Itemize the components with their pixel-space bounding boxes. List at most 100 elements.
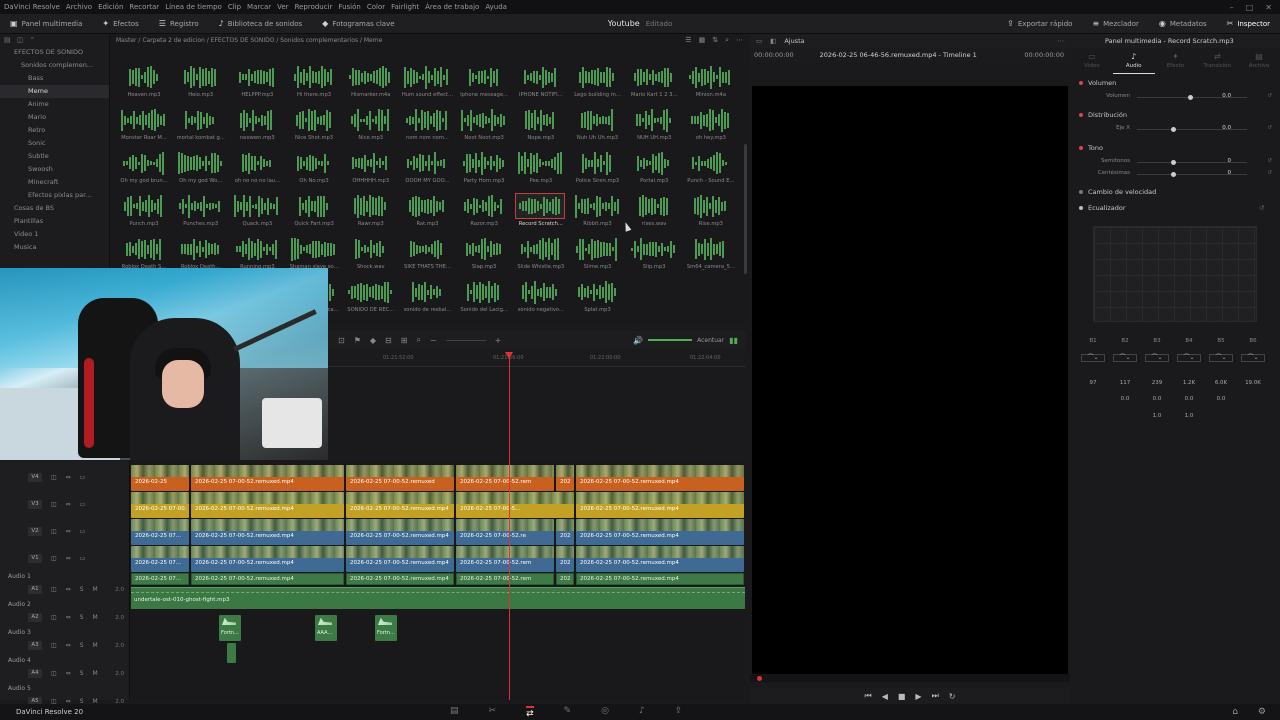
video-clip[interactable]: 202 [556, 519, 574, 545]
zoom-full-icon[interactable]: ⊟ [385, 336, 392, 345]
zoom-detail-icon[interactable]: ⊞ [401, 336, 408, 345]
audio-clip-tile[interactable]: NUH UH.mp3 [627, 105, 684, 148]
audio-clip-tile[interactable]: Monster Roar M... [117, 105, 174, 148]
band-frequency[interactable]: 239 [1142, 380, 1172, 386]
audio-clip[interactable]: 2026-02-25 07-00-52.remuxed.mp4 [346, 573, 454, 585]
inspector-tab[interactable]: ⇄ Transición [1196, 48, 1238, 74]
reverse-icon[interactable]: ◀ [882, 692, 888, 701]
menu-item[interactable]: Color [367, 3, 385, 11]
close-icon[interactable]: ✕ [1265, 3, 1272, 12]
video-clip[interactable]: 2026-02-25 07-00-52.remuxed.mp4 [191, 519, 344, 545]
volume-slider-knob[interactable] [1188, 95, 1193, 100]
audio-clip-tile[interactable]: Lego building m... [571, 62, 628, 105]
mute-icon[interactable]: M [93, 614, 98, 621]
menu-item[interactable]: Ver [277, 3, 288, 11]
lock-icon[interactable]: ◫ [51, 614, 57, 621]
sidebar-item[interactable]: Retro [0, 124, 109, 137]
audio-clip-tile[interactable]: Razor.mp3 [457, 191, 514, 234]
video-clip[interactable]: 2026-02-25 07-00-52.remuxed.mp4 [576, 519, 744, 545]
sidebar-item[interactable]: Meme [0, 85, 109, 98]
sidebar-item[interactable]: Anime [0, 98, 109, 111]
link-icon[interactable]: ⇔ [66, 501, 71, 508]
audio-clip-tile[interactable]: Heio.mp3 [174, 62, 231, 105]
pan-slider-knob[interactable] [1171, 127, 1176, 132]
audio-clip-tile[interactable]: IPHONE NOTIFI... [514, 62, 571, 105]
enable-dot-icon[interactable] [1079, 81, 1083, 85]
filter-shape-dropdown[interactable]: ⌒⌄ [1145, 354, 1169, 362]
settings-icon[interactable]: ⚙ [1258, 707, 1266, 717]
inspector-tab[interactable]: ♪ Audio [1112, 48, 1155, 74]
link-icon[interactable]: ⇔ [66, 555, 71, 562]
maximize-icon[interactable]: □ [1246, 3, 1254, 12]
play-icon[interactable]: ▶ [915, 692, 921, 701]
audio-clip-tile[interactable]: Hi there.mp3 [287, 62, 344, 105]
lock-icon[interactable]: ◫ [51, 586, 57, 593]
audio-clip-tile[interactable]: HELPPP.mp3 [230, 62, 287, 105]
menu-item[interactable]: Fusión [338, 3, 360, 11]
playhead[interactable] [509, 352, 510, 700]
video-clip[interactable]: 2026-02-25 07-00-52.remuxed.mp4 [346, 546, 454, 572]
track-id[interactable]: V3 [28, 500, 42, 509]
collapse-icon[interactable]: ⌃ [29, 36, 35, 44]
mute-icon[interactable]: M [93, 642, 98, 649]
video-clip[interactable]: 202 [556, 465, 574, 491]
cents-slider-knob[interactable] [1171, 172, 1176, 177]
home-icon[interactable]: ⌂ [1232, 707, 1238, 717]
audio-clip-tile[interactable]: Party Horn.mp3 [457, 148, 514, 191]
viewer-options-icon[interactable]: ⋯ [1058, 37, 1065, 45]
music-clip[interactable]: undertale-ost-010-ghost-fight.mp3 [131, 587, 745, 609]
volume-line[interactable] [131, 592, 745, 593]
video-clip[interactable]: 2026-02-25 [131, 465, 189, 491]
playhead-handle[interactable] [505, 352, 513, 359]
menu-item[interactable]: Ayuda [485, 3, 507, 11]
lock-icon[interactable]: ⊡ [338, 336, 345, 345]
video-clip[interactable]: 2026-02-25 07-00-52.remuxed.mp4 [191, 465, 344, 491]
minimize-icon[interactable]: – [1230, 3, 1234, 12]
zoom-custom-icon[interactable]: ⌕ [416, 335, 420, 345]
grid-view-icon[interactable]: ▦ [699, 36, 706, 45]
menu-item[interactable]: Clip [228, 3, 241, 11]
audio-clip-tile[interactable]: Nice.mp3 [344, 105, 401, 148]
mute-icon[interactable]: M [93, 586, 98, 593]
link-icon[interactable]: ⇔ [66, 670, 71, 677]
toolbar-button[interactable]: ⇪ Exportar rápido [997, 14, 1082, 33]
list-view-icon[interactable]: ☰ [685, 36, 691, 45]
track-id[interactable]: V4 [28, 473, 42, 482]
viewer-mode-icon[interactable]: ◧ [770, 37, 776, 45]
sidebar-item[interactable]: Plantillas [0, 215, 109, 228]
zoom-out-icon[interactable]: − [430, 336, 437, 345]
band-frequency[interactable]: 97 [1078, 380, 1108, 386]
monitor-icon[interactable]: ▭ [80, 501, 86, 508]
audio-clip-tile[interactable]: Splat.mp3 [571, 277, 628, 320]
menu-item[interactable]: Línea de tiempo [165, 3, 222, 11]
sfx-clip[interactable]: Fortn... [375, 615, 397, 641]
band-q[interactable]: 1.0 [1142, 413, 1172, 419]
audio-clip-tile[interactable]: mortal kombat g... [174, 105, 231, 148]
sidebar-item[interactable]: Musica [0, 241, 109, 254]
cut-page-icon[interactable]: ✂ [489, 706, 497, 719]
audio-clip-tile[interactable]: oh no no no lau... [230, 148, 287, 191]
timeline-empty-area[interactable] [328, 368, 746, 461]
audio-clip-tile[interactable]: Mario Kart 1 2 3... [627, 62, 684, 105]
toolbar-button[interactable]: ≡ Mezclador [1082, 14, 1148, 33]
audio-clip-tile[interactable]: Slide Whistle.mp3 [514, 234, 571, 277]
audio-clip[interactable]: 2026-02-25 07-00-52.rem [456, 573, 554, 585]
pan-value[interactable]: 0.0 [1211, 125, 1231, 131]
lock-icon[interactable]: ◫ [51, 555, 57, 562]
equalizer-graph[interactable] [1093, 226, 1257, 322]
menu-item[interactable]: Archivo [66, 3, 92, 11]
pitch-section[interactable]: Tono [1079, 144, 1103, 152]
toolbar-button[interactable]: ♪ Biblioteca de sonidos [209, 14, 313, 33]
audio-clip-tile[interactable]: Record Scratch... [514, 191, 571, 234]
volume-value[interactable]: 0.0 [1211, 93, 1231, 99]
lock-icon[interactable]: ◫ [51, 474, 57, 481]
panel-toggle-icon[interactable]: ▤ [4, 36, 11, 44]
reset-icon[interactable]: ↺ [1267, 125, 1272, 131]
audio-clip-tile[interactable]: Slap.mp3 [457, 234, 514, 277]
audio-clip-tile[interactable] [684, 277, 741, 320]
video-clip[interactable]: 2026-02-25 07-00-52.remuxed.mp4 [191, 546, 344, 572]
sidebar-item[interactable]: Video 1 [0, 228, 109, 241]
audio-clip-tile[interactable]: Minion.m4a [684, 62, 741, 105]
sfx-clip[interactable] [227, 643, 236, 663]
deliver-page-icon[interactable]: ⇪ [675, 706, 683, 719]
